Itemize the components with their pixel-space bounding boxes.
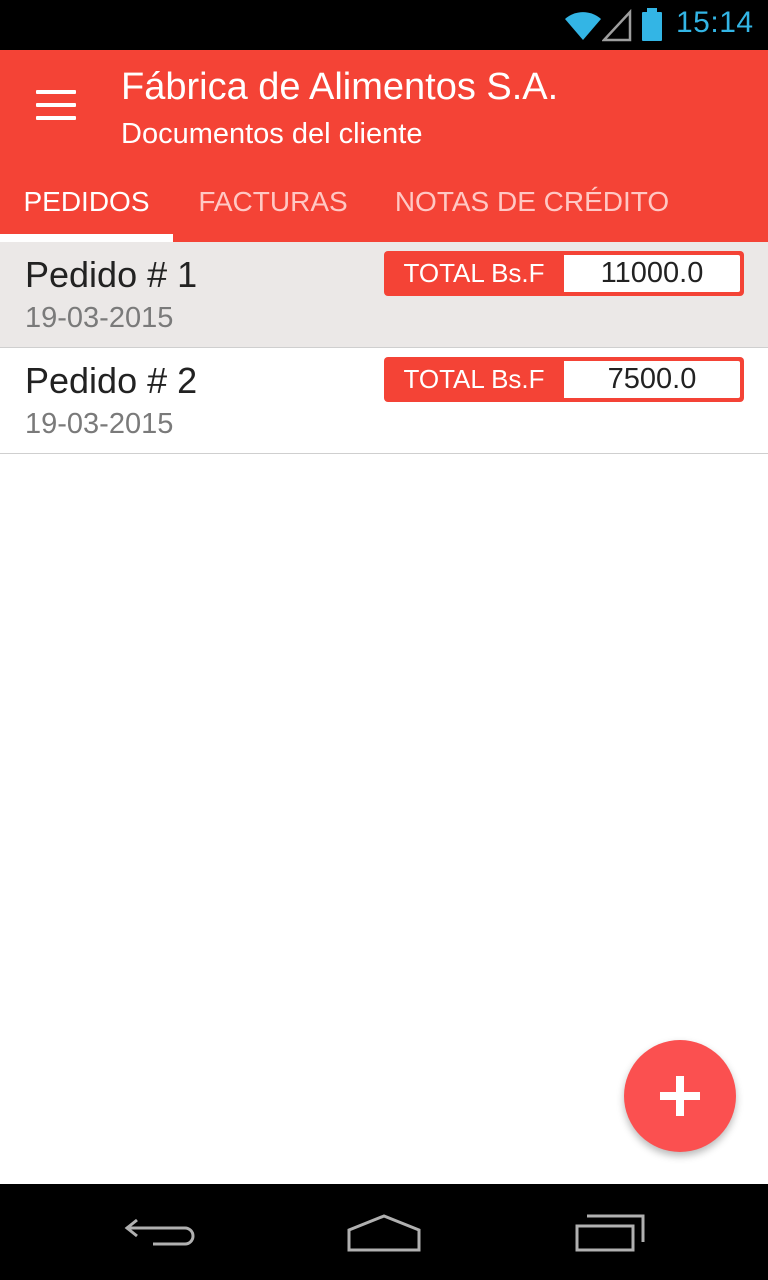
navigation-bar xyxy=(0,1184,768,1280)
order-title: Pedido # 2 xyxy=(25,360,198,401)
tab-bar: PEDIDOS FACTURAS NOTAS DE CRÉDITO xyxy=(0,174,768,242)
app-title: Fábrica de Alimentos S.A. xyxy=(121,66,559,108)
order-row[interactable]: Pedido # 2 19-03-2015 TOTAL Bs.F 7500.0 xyxy=(0,348,768,454)
tab-notas-de-credito[interactable]: NOTAS DE CRÉDITO xyxy=(373,174,691,242)
order-date: 19-03-2015 xyxy=(25,302,174,334)
order-row[interactable]: Pedido # 1 19-03-2015 TOTAL Bs.F 11000.0 xyxy=(0,242,768,348)
active-tab-indicator xyxy=(0,234,173,242)
recent-apps-icon[interactable] xyxy=(565,1202,655,1262)
status-bar: 15:14 xyxy=(0,0,768,50)
clock-time: 15:14 xyxy=(676,6,754,39)
app-subtitle: Documentos del cliente xyxy=(121,118,423,150)
order-title: Pedido # 1 xyxy=(25,254,198,295)
total-label: TOTAL Bs.F xyxy=(403,364,545,394)
order-total-badge: TOTAL Bs.F 11000.0 xyxy=(384,251,744,296)
tab-facturas[interactable]: FACTURAS xyxy=(173,174,373,242)
total-value: 11000.0 xyxy=(564,255,740,292)
wifi-icon xyxy=(565,12,601,40)
total-value: 7500.0 xyxy=(564,361,740,398)
signal-icon xyxy=(602,8,632,42)
order-date: 19-03-2015 xyxy=(25,408,174,440)
app-bar: Fábrica de Alimentos S.A. Documentos del… xyxy=(0,50,768,242)
add-order-button[interactable] xyxy=(624,1040,736,1152)
home-icon[interactable] xyxy=(339,1202,429,1262)
battery-icon xyxy=(642,8,662,41)
back-icon[interactable] xyxy=(115,1202,205,1262)
menu-icon[interactable] xyxy=(20,72,92,138)
total-label: TOTAL Bs.F xyxy=(403,258,545,288)
order-total-badge: TOTAL Bs.F 7500.0 xyxy=(384,357,744,402)
orders-list: Pedido # 1 19-03-2015 TOTAL Bs.F 11000.0… xyxy=(0,242,768,454)
tab-pedidos[interactable]: PEDIDOS xyxy=(0,174,173,242)
